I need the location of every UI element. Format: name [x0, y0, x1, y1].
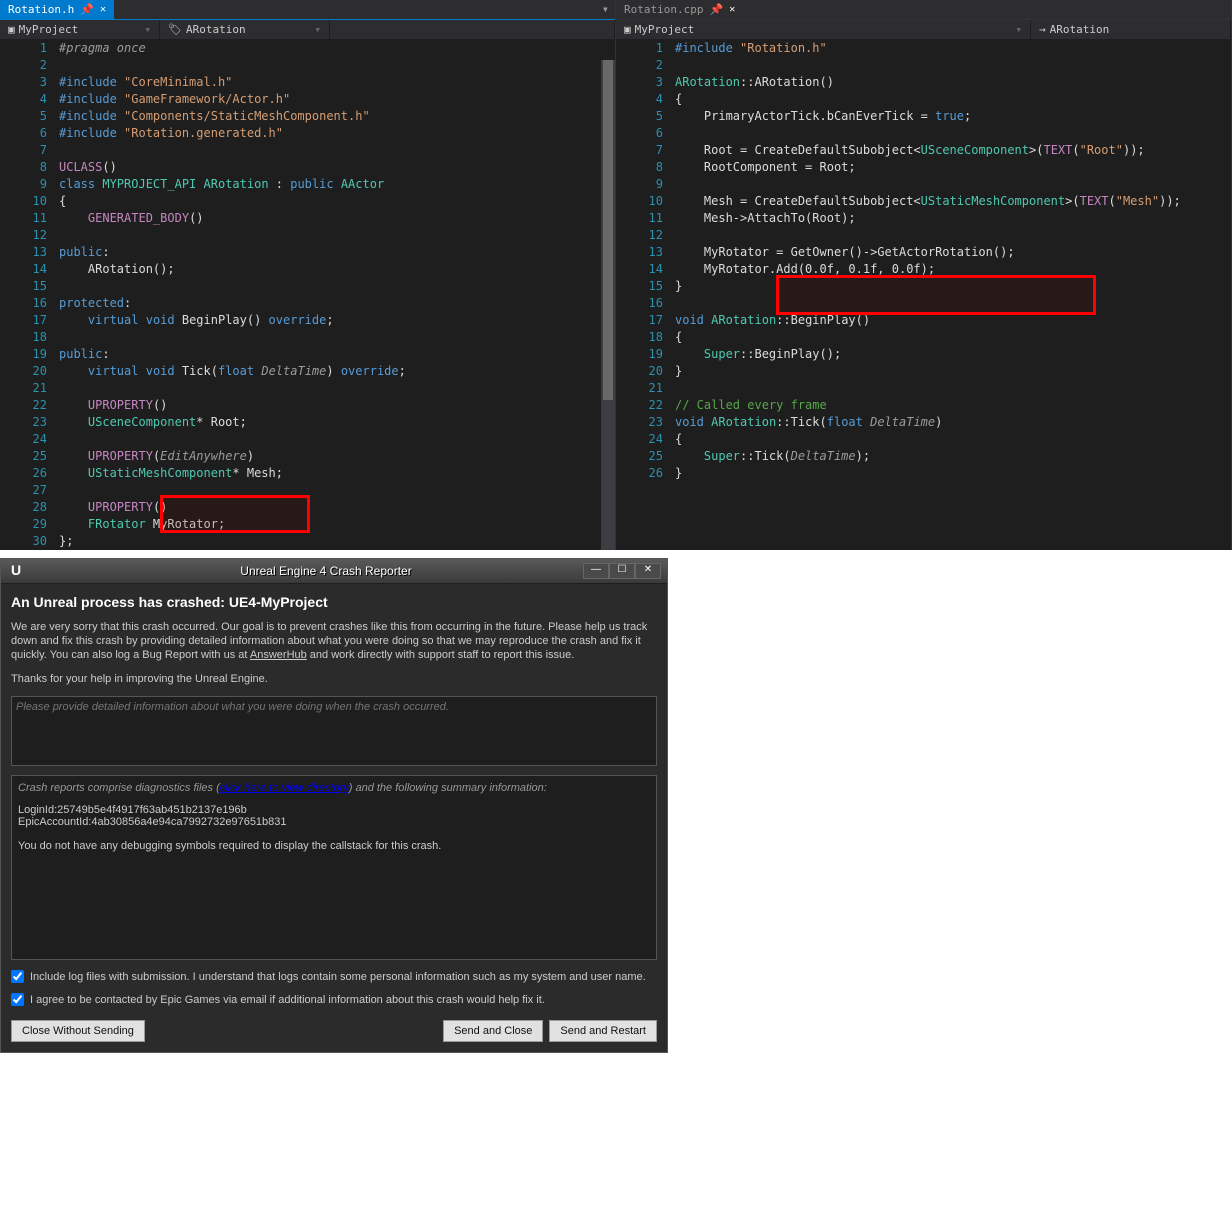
button-row: Close Without Sending Send and Close Sen…: [11, 1020, 657, 1042]
close-icon[interactable]: ✕: [729, 4, 735, 15]
nav-label: ARotation: [186, 23, 246, 36]
send-and-close-button[interactable]: Send and Close: [443, 1020, 543, 1042]
crash-reporter-window: U Unreal Engine 4 Crash Reporter — ☐ ✕ A…: [0, 558, 668, 1053]
right-gutter: 1234567891011121314151617181920212223242…: [616, 40, 671, 550]
class-icon: 🏷: [168, 23, 182, 36]
tab-rotation-cpp[interactable]: Rotation.cpp 📌 ✕: [616, 0, 743, 19]
method-icon: →: [1039, 23, 1046, 36]
diag-header: Crash reports comprise diagnostics files…: [18, 782, 650, 794]
contact-checkbox[interactable]: [11, 993, 24, 1006]
text: Crash reports comprise diagnostics files…: [18, 782, 220, 794]
nav-class[interactable]: → ARotation: [1031, 20, 1231, 39]
checkbox-label: I agree to be contacted by Epic Games vi…: [30, 994, 545, 1006]
window-buttons: — ☐ ✕: [583, 563, 661, 579]
left-code-area[interactable]: 1234567891011121314151617181920212223242…: [0, 40, 615, 550]
crash-details-input[interactable]: [11, 696, 657, 766]
checkbox-label: Include log files with submission. I und…: [30, 971, 646, 983]
tab-rotation-h[interactable]: Rotation.h 📌 ✕: [0, 0, 114, 19]
project-icon: ▣: [624, 23, 631, 36]
nav-class[interactable]: 🏷 ARotation ▾: [160, 20, 330, 39]
tab-overflow-icon[interactable]: ▾: [596, 0, 615, 19]
view-directory-link[interactable]: click here to view directory: [220, 782, 349, 794]
include-logs-checkbox-row[interactable]: Include log files with submission. I und…: [11, 970, 657, 983]
close-button[interactable]: ✕: [635, 563, 661, 579]
right-code-area[interactable]: 1234567891011121314151617181920212223242…: [616, 40, 1231, 550]
right-editor-pane: Rotation.cpp 📌 ✕ ▣ MyProject ▾ → ARotati…: [616, 0, 1232, 550]
ue-logo-icon: U: [7, 562, 25, 580]
tab-label: Rotation.h: [8, 3, 74, 16]
project-icon: ▣: [8, 23, 15, 36]
left-tabbar: Rotation.h 📌 ✕ ▾: [0, 0, 615, 20]
crash-description: We are very sorry that this crash occurr…: [11, 620, 657, 662]
pin-icon[interactable]: 📌: [709, 3, 723, 16]
include-logs-checkbox[interactable]: [11, 970, 24, 983]
close-without-sending-button[interactable]: Close Without Sending: [11, 1020, 145, 1042]
nav-project[interactable]: ▣ MyProject ▾: [0, 20, 160, 39]
nav-project[interactable]: ▣ MyProject ▾: [616, 20, 1031, 39]
epic-account-id: EpicAccountId:4ab30856a4e94ca7992732e976…: [18, 816, 650, 828]
left-code-lines[interactable]: #pragma once#include "CoreMinimal.h"#inc…: [55, 40, 615, 550]
nav-label: MyProject: [635, 23, 695, 36]
highlight-box: [776, 275, 1096, 315]
text: ) and the following summary information:: [349, 782, 547, 794]
left-gutter: 1234567891011121314151617181920212223242…: [0, 40, 55, 550]
scroll-thumb[interactable]: [603, 60, 613, 400]
minimize-button[interactable]: —: [583, 563, 609, 579]
close-icon[interactable]: ✕: [100, 4, 106, 15]
left-nav-bar: ▣ MyProject ▾ 🏷 ARotation ▾: [0, 20, 615, 40]
chevron-down-icon: ▾: [144, 23, 151, 36]
right-nav-bar: ▣ MyProject ▾ → ARotation: [616, 20, 1231, 40]
pin-icon[interactable]: 📌: [80, 3, 94, 16]
maximize-button[interactable]: ☐: [609, 563, 635, 579]
login-id: LoginId:25749b5e4f4917f63ab451b2137e196b: [18, 804, 650, 816]
crash-body: An Unreal process has crashed: UE4-MyPro…: [1, 584, 667, 1052]
crash-heading: An Unreal process has crashed: UE4-MyPro…: [11, 594, 657, 610]
highlight-box: [160, 495, 310, 533]
chevron-down-icon: ▾: [314, 23, 321, 36]
left-scrollbar[interactable]: [601, 60, 615, 550]
tab-label: Rotation.cpp: [624, 3, 703, 16]
text: and work directly with support staff to …: [307, 649, 575, 661]
left-editor-pane: Rotation.h 📌 ✕ ▾ ▣ MyProject ▾ 🏷 ARotati…: [0, 0, 616, 550]
window-title: Unreal Engine 4 Crash Reporter: [69, 564, 583, 578]
no-symbols-msg: You do not have any debugging symbols re…: [18, 840, 650, 852]
send-and-restart-button[interactable]: Send and Restart: [549, 1020, 657, 1042]
nav-label: ARotation: [1050, 23, 1110, 36]
contact-checkbox-row[interactable]: I agree to be contacted by Epic Games vi…: [11, 993, 657, 1006]
nav-label: MyProject: [19, 23, 79, 36]
right-tabbar: Rotation.cpp 📌 ✕: [616, 0, 1231, 20]
diagnostics-box[interactable]: Crash reports comprise diagnostics files…: [11, 775, 657, 960]
nav-member[interactable]: [330, 20, 615, 39]
right-code-lines[interactable]: #include "Rotation.h"ARotation::ARotatio…: [671, 40, 1231, 550]
crash-thanks: Thanks for your help in improving the Un…: [11, 672, 657, 686]
answerhub-link[interactable]: AnswerHub: [250, 649, 307, 661]
crash-titlebar[interactable]: U Unreal Engine 4 Crash Reporter — ☐ ✕: [1, 559, 667, 584]
ide-split-view: Rotation.h 📌 ✕ ▾ ▣ MyProject ▾ 🏷 ARotati…: [0, 0, 1232, 550]
chevron-down-icon: ▾: [1015, 23, 1022, 36]
